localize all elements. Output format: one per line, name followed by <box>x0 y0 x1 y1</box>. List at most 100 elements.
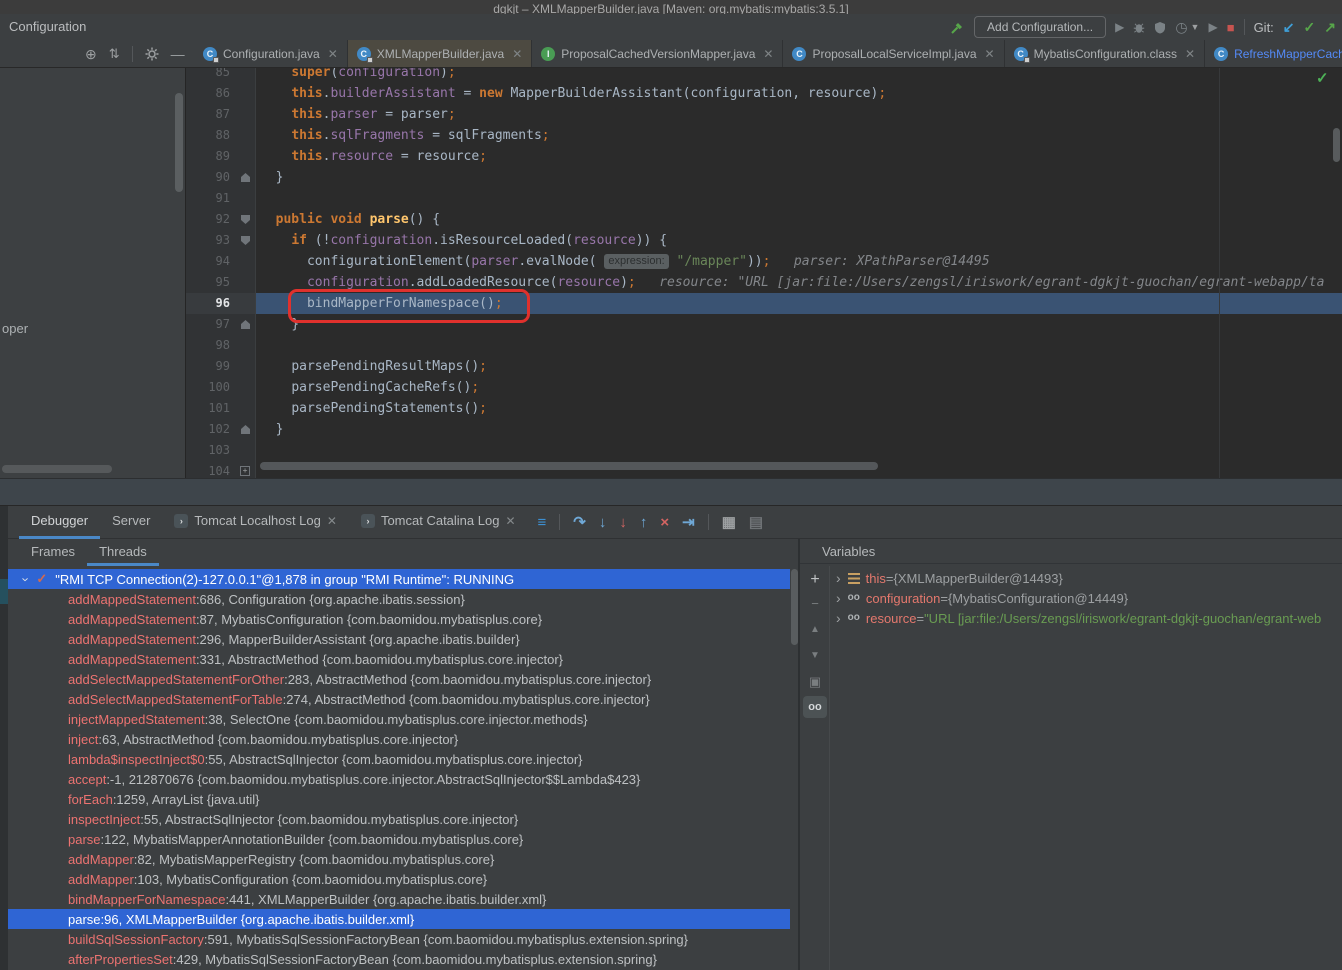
fold-gutter[interactable] <box>236 398 256 419</box>
line-number[interactable]: 93 <box>186 230 236 251</box>
close-icon[interactable]: ✕ <box>327 514 337 528</box>
debugger-tab[interactable]: ›Tomcat Localhost Log✕ <box>162 506 349 539</box>
code-line[interactable]: 94 configurationElement(parser.evalNode(… <box>186 251 1342 272</box>
fold-gutter[interactable] <box>236 293 256 314</box>
stack-frame-row[interactable]: addMappedStatement:87, MybatisConfigurat… <box>8 609 790 629</box>
code-line[interactable]: 101 parsePendingStatements(); <box>186 398 1342 419</box>
line-number[interactable]: 96 <box>186 293 236 314</box>
code-line[interactable]: 89 this.resource = resource; <box>186 146 1342 167</box>
line-number[interactable]: 88 <box>186 125 236 146</box>
fold-gutter[interactable] <box>236 146 256 167</box>
line-number[interactable]: 86 <box>186 83 236 104</box>
hide-minus-icon[interactable]: — <box>171 47 185 61</box>
fold-gutter[interactable]: + <box>236 461 256 478</box>
run-button[interactable]: ▶ <box>1115 21 1124 33</box>
code-line[interactable]: 99 parsePendingResultMaps(); <box>186 356 1342 377</box>
chevron-right-icon[interactable]: › <box>836 590 841 606</box>
fold-gutter[interactable] <box>236 335 256 356</box>
close-icon[interactable]: ✕ <box>512 47 522 61</box>
line-number[interactable]: 99 <box>186 356 236 377</box>
chevron-right-icon[interactable]: › <box>836 610 841 626</box>
chevron-down-icon[interactable]: › <box>19 577 34 581</box>
debugger-tab[interactable]: Server <box>100 506 162 539</box>
line-number[interactable]: 91 <box>186 188 236 209</box>
remove-icon[interactable]: − <box>800 597 830 610</box>
coverage-shield-icon[interactable] <box>1154 21 1166 34</box>
add-icon[interactable]: + <box>800 572 830 588</box>
stack-frame-row[interactable]: addMappedStatement:686, Configuration {o… <box>8 589 790 609</box>
stack-frame-row[interactable]: addSelectMappedStatementForOther:283, Ab… <box>8 669 790 689</box>
code-line[interactable]: 87 this.parser = parser; <box>186 104 1342 125</box>
stack-frame-row[interactable]: addSelectMappedStatementForTable:274, Ab… <box>8 689 790 709</box>
editor-vertical-scrollbar[interactable] <box>1333 128 1340 162</box>
stack-frame-row[interactable]: lambda$inspectInject$0:55, AbstractSqlIn… <box>8 749 790 769</box>
stack-frame-row[interactable]: addMapper:103, MybatisConfiguration {com… <box>8 869 790 889</box>
fold-gutter[interactable] <box>236 230 256 251</box>
inspection-ok-check-icon[interactable]: ✓ <box>1316 69 1329 87</box>
tab-frames[interactable]: Frames <box>19 539 87 566</box>
step-out-icon[interactable]: ↑ <box>640 515 648 530</box>
line-number[interactable]: 103 <box>186 440 236 461</box>
code-line[interactable]: 102 } <box>186 419 1342 440</box>
code-line[interactable]: 86 this.builderAssistant = new MapperBui… <box>186 83 1342 104</box>
move-down-icon[interactable]: ▼ <box>800 651 830 661</box>
line-number[interactable]: 95 <box>186 272 236 293</box>
debugger-tab[interactable]: ›Tomcat Catalina Log✕ <box>349 506 528 539</box>
stack-frame-row[interactable]: injectMappedStatement:38, SelectOne {com… <box>8 709 790 729</box>
stack-frame-row[interactable]: parse:96, XMLMapperBuilder {org.apache.i… <box>8 909 790 929</box>
chevron-right-icon[interactable]: › <box>836 570 841 586</box>
editor-tab[interactable]: CMybatisConfiguration.class✕ <box>1005 40 1205 67</box>
code-line[interactable]: 93 if (!configuration.isResourceLoaded(r… <box>186 230 1342 251</box>
fold-collapsed-icon[interactable]: + <box>240 466 250 476</box>
fold-end-icon[interactable] <box>241 425 250 434</box>
git-update-icon[interactable]: ↙ <box>1283 20 1295 34</box>
gear-icon[interactable] <box>145 47 159 61</box>
code-line[interactable]: 88 this.sqlFragments = sqlFragments; <box>186 125 1342 146</box>
stack-frame-row[interactable]: forEach:1259, ArrayList {java.util} <box>8 789 790 809</box>
frames-scrollbar[interactable] <box>791 569 798 645</box>
add-configuration-button[interactable]: Add Configuration... <box>974 16 1106 38</box>
line-number[interactable]: 85 <box>186 68 236 83</box>
variable-row[interactable]: ›ooconfiguration = {MybatisConfiguration… <box>836 588 1128 608</box>
editor-tab[interactable]: CXMLMapperBuilder.java✕ <box>348 40 532 67</box>
drop-frame-icon[interactable]: × <box>660 515 669 530</box>
stack-frame-row[interactable]: buildSqlSessionFactory:591, MybatisSqlSe… <box>8 929 790 949</box>
editor-tab[interactable]: CProposalLocalServiceImpl.java✕ <box>783 40 1004 67</box>
code-line[interactable]: 98 <box>186 335 1342 356</box>
fold-gutter[interactable] <box>236 356 256 377</box>
stack-frame-row[interactable]: addMapper:82, MybatisMapperRegistry {com… <box>8 849 790 869</box>
variable-row[interactable]: ›ooresource = "URL [jar:file:/Users/zeng… <box>836 608 1321 628</box>
editor-tab[interactable]: CConfiguration.java✕ <box>194 40 348 67</box>
build-hammer-icon[interactable] <box>950 20 965 35</box>
stack-frame-row[interactable]: afterPropertiesSet:429, MybatisSqlSessio… <box>8 949 790 969</box>
code-line[interactable]: 100 parsePendingCacheRefs(); <box>186 377 1342 398</box>
line-number[interactable]: 90 <box>186 167 236 188</box>
stack-frame-row[interactable]: inject:63, AbstractMethod {com.baomidou.… <box>8 729 790 749</box>
line-number[interactable]: 97 <box>186 314 236 335</box>
line-number[interactable]: 104 <box>186 461 236 478</box>
stack-frame-row[interactable]: accept:-1, 212870676 {com.baomidou.mybat… <box>8 769 790 789</box>
copy-icon[interactable]: ▣ <box>800 675 830 688</box>
crosshair-target-icon[interactable]: ⊕ <box>85 47 97 61</box>
fold-end-icon[interactable] <box>241 173 250 182</box>
close-icon[interactable]: ✕ <box>505 514 515 528</box>
fold-open-icon[interactable] <box>241 215 250 224</box>
left-panel-vertical-scrollbar[interactable] <box>175 93 183 192</box>
fold-gutter[interactable] <box>236 272 256 293</box>
close-icon[interactable]: ✕ <box>763 47 773 61</box>
line-number[interactable]: 101 <box>186 398 236 419</box>
force-step-into-icon[interactable]: ↓ <box>619 515 627 530</box>
fold-gutter[interactable] <box>236 167 256 188</box>
git-commit-check-icon[interactable]: ✓ <box>1304 20 1316 34</box>
fold-open-icon[interactable] <box>241 236 250 245</box>
fold-gutter[interactable] <box>236 377 256 398</box>
stack-frame-row[interactable]: addMappedStatement:331, AbstractMethod {… <box>8 649 790 669</box>
thread-row[interactable]: ›✓"RMI TCP Connection(2)-127.0.0.1"@1,87… <box>8 569 790 589</box>
line-number[interactable]: 89 <box>186 146 236 167</box>
editor-tab[interactable]: IProposalCachedVersionMapper.java✕ <box>532 40 783 67</box>
fold-end-icon[interactable] <box>241 320 250 329</box>
line-number[interactable]: 92 <box>186 209 236 230</box>
line-number[interactable]: 94 <box>186 251 236 272</box>
stop-button[interactable]: ■ <box>1227 21 1235 34</box>
close-icon[interactable]: ✕ <box>328 47 338 61</box>
